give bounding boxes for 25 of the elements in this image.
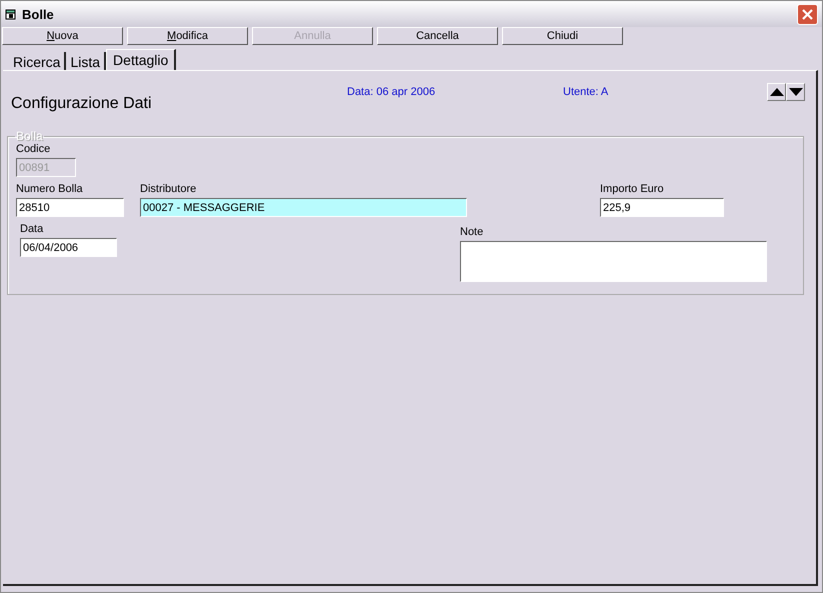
field-label: Note bbox=[460, 226, 484, 239]
tab[interactable]: Dettaglio bbox=[106, 49, 176, 70]
field-label: Numero Bolla bbox=[16, 183, 84, 196]
window-icon bbox=[5, 8, 17, 20]
text-area[interactable] bbox=[460, 241, 767, 282]
field-label: Codice bbox=[16, 143, 52, 156]
toolbar-button[interactable]: Modifica bbox=[127, 27, 248, 45]
toolbar-button[interactable]: Nuova bbox=[2, 27, 123, 45]
window-title: Bolle bbox=[22, 6, 54, 22]
toolbar-button[interactable]: Chiudi bbox=[502, 27, 623, 45]
tab[interactable]: Ricerca bbox=[9, 52, 66, 70]
group-legend: Bolla bbox=[15, 129, 44, 143]
field-label: Importo Euro bbox=[600, 183, 665, 196]
field-label: Distributore bbox=[140, 183, 198, 196]
up-triangle-icon bbox=[770, 88, 784, 96]
down-triangle-icon bbox=[788, 88, 802, 96]
field-label: Data bbox=[20, 223, 44, 236]
close-button[interactable] bbox=[797, 4, 818, 24]
close-icon bbox=[802, 8, 813, 20]
form-title: Configurazione Dati bbox=[11, 95, 152, 113]
toolbar-button[interactable]: Cancella bbox=[377, 27, 498, 45]
next-button[interactable] bbox=[786, 83, 805, 101]
previous-button[interactable] bbox=[767, 83, 786, 101]
date-label: Data: 06 apr 2006 bbox=[347, 86, 436, 98]
user-label: Utente: A bbox=[563, 86, 608, 98]
